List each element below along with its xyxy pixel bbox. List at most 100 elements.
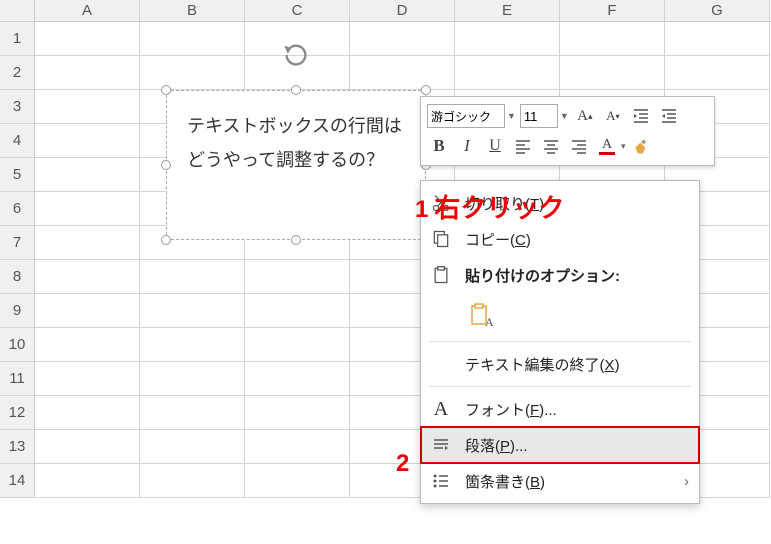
cell[interactable]	[35, 22, 140, 56]
italic-button[interactable]: I	[455, 134, 479, 158]
col-header[interactable]: A	[35, 0, 140, 21]
increase-font-icon[interactable]: A▴	[573, 104, 597, 128]
svg-text:A: A	[485, 315, 494, 329]
decrease-font-icon[interactable]: A▾	[601, 104, 625, 128]
cell[interactable]	[455, 56, 560, 90]
row-header[interactable]: 1	[0, 22, 35, 56]
bullets-icon	[429, 469, 453, 493]
resize-handle[interactable]	[161, 160, 171, 170]
align-center-icon[interactable]	[539, 134, 563, 158]
decrease-indent-icon[interactable]	[629, 104, 653, 128]
cell[interactable]	[140, 294, 245, 328]
increase-indent-icon[interactable]	[657, 104, 681, 128]
cell[interactable]	[140, 464, 245, 498]
cell[interactable]	[140, 22, 245, 56]
paste-options-row: A	[421, 293, 699, 337]
copy-icon	[429, 227, 453, 251]
cell[interactable]	[35, 158, 140, 192]
resize-handle[interactable]	[161, 235, 171, 245]
resize-handle[interactable]	[291, 235, 301, 245]
row-header[interactable]: 9	[0, 294, 35, 328]
resize-handle[interactable]	[161, 85, 171, 95]
resize-handle[interactable]	[291, 85, 301, 95]
cell[interactable]	[35, 56, 140, 90]
cell[interactable]	[245, 362, 350, 396]
font-icon: A	[429, 397, 453, 421]
cell[interactable]	[245, 294, 350, 328]
menu-paragraph[interactable]: 段落(P)...	[421, 427, 699, 463]
cell[interactable]	[245, 260, 350, 294]
cell[interactable]	[35, 226, 140, 260]
cell[interactable]	[35, 362, 140, 396]
menu-font[interactable]: A フォント(F)...	[421, 391, 699, 427]
grid-corner[interactable]	[0, 0, 35, 21]
cell[interactable]	[665, 22, 770, 56]
row-header[interactable]: 12	[0, 396, 35, 430]
cell[interactable]	[245, 464, 350, 498]
col-header[interactable]: F	[560, 0, 665, 21]
col-header[interactable]: D	[350, 0, 455, 21]
col-header[interactable]: G	[665, 0, 770, 21]
cell[interactable]	[140, 362, 245, 396]
row-header[interactable]: 14	[0, 464, 35, 498]
cell[interactable]	[560, 22, 665, 56]
font-size-input[interactable]	[520, 104, 558, 128]
chevron-down-icon[interactable]: ▼	[507, 111, 516, 121]
font-color-button[interactable]: A	[595, 134, 619, 158]
menu-exit-text-edit[interactable]: テキスト編集の終了(X)	[421, 346, 699, 382]
cell[interactable]	[35, 192, 140, 226]
cell[interactable]	[35, 294, 140, 328]
cell[interactable]	[455, 22, 560, 56]
menu-label: フォント(F)...	[465, 399, 557, 420]
col-header[interactable]: B	[140, 0, 245, 21]
mini-toolbar: ▼ ▼ A▴ A▾ B I U A ▾	[420, 96, 715, 166]
row-header[interactable]: 4	[0, 124, 35, 158]
format-painter-icon[interactable]	[630, 134, 654, 158]
cell[interactable]	[35, 260, 140, 294]
cell[interactable]	[140, 56, 245, 90]
cell[interactable]	[560, 56, 665, 90]
resize-handle[interactable]	[421, 85, 431, 95]
cell[interactable]	[140, 260, 245, 294]
menu-separator	[429, 386, 691, 387]
align-right-icon[interactable]	[567, 134, 591, 158]
text-box[interactable]: テキストボックスの行間はどうやって調整するの？	[166, 90, 426, 240]
cell[interactable]	[350, 22, 455, 56]
chevron-down-icon[interactable]: ▼	[560, 111, 569, 121]
font-name-input[interactable]	[427, 104, 505, 128]
cell[interactable]	[665, 56, 770, 90]
row-header[interactable]: 2	[0, 56, 35, 90]
row-header[interactable]: 11	[0, 362, 35, 396]
menu-copy[interactable]: コピー(C)	[421, 221, 699, 257]
align-left-icon[interactable]	[511, 134, 535, 158]
cell[interactable]	[140, 430, 245, 464]
chevron-down-icon[interactable]: ▾	[621, 141, 626, 152]
cell[interactable]	[35, 430, 140, 464]
bold-button[interactable]: B	[427, 134, 451, 158]
cell[interactable]	[35, 328, 140, 362]
menu-bullets[interactable]: 箇条書き(B) ›	[421, 463, 699, 499]
paste-keep-text-button[interactable]: A	[465, 298, 499, 332]
cell[interactable]	[245, 328, 350, 362]
cell[interactable]	[35, 90, 140, 124]
row-header[interactable]: 3	[0, 90, 35, 124]
cell[interactable]	[35, 396, 140, 430]
row-header[interactable]: 8	[0, 260, 35, 294]
col-header[interactable]: E	[455, 0, 560, 21]
clipboard-icon	[429, 263, 453, 287]
cell[interactable]	[35, 124, 140, 158]
col-header[interactable]: C	[245, 0, 350, 21]
row-header[interactable]: 13	[0, 430, 35, 464]
row-header[interactable]: 10	[0, 328, 35, 362]
row-header[interactable]: 6	[0, 192, 35, 226]
cell[interactable]	[140, 328, 245, 362]
row-header[interactable]: 7	[0, 226, 35, 260]
cell[interactable]	[140, 396, 245, 430]
cell[interactable]	[35, 464, 140, 498]
cell[interactable]	[245, 430, 350, 464]
rotate-handle[interactable]	[282, 41, 310, 69]
cell[interactable]	[245, 396, 350, 430]
cell[interactable]	[350, 56, 455, 90]
underline-button[interactable]: U	[483, 134, 507, 158]
row-header[interactable]: 5	[0, 158, 35, 192]
